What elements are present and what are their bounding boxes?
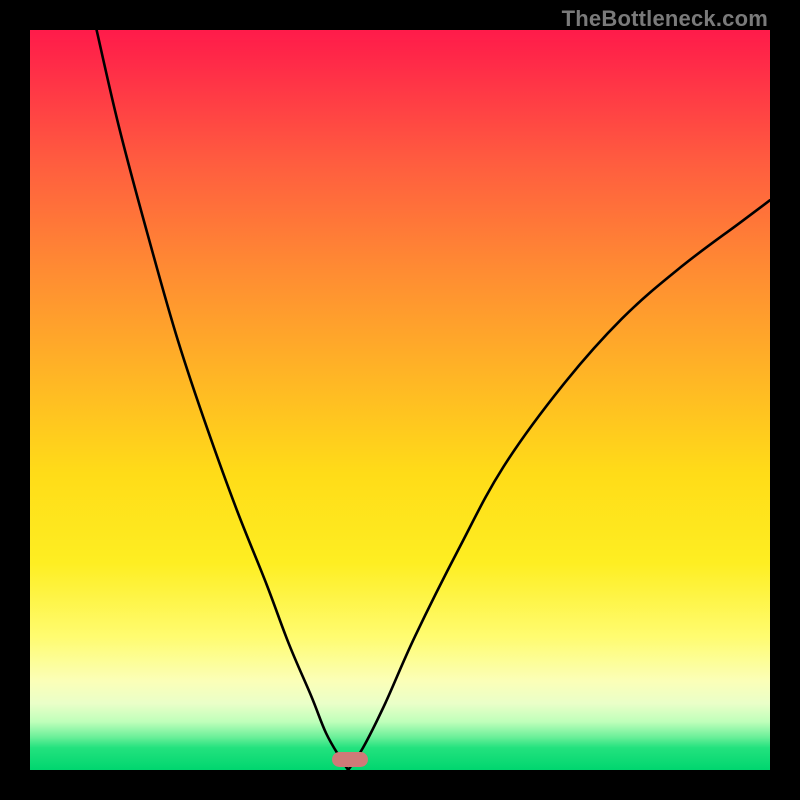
curve-layer (30, 30, 770, 770)
right-curve (348, 200, 770, 770)
plot-area (30, 30, 770, 770)
watermark-text: TheBottleneck.com (562, 6, 768, 32)
chart-frame: TheBottleneck.com (0, 0, 800, 800)
minimum-marker (332, 752, 368, 767)
left-curve (97, 30, 349, 770)
